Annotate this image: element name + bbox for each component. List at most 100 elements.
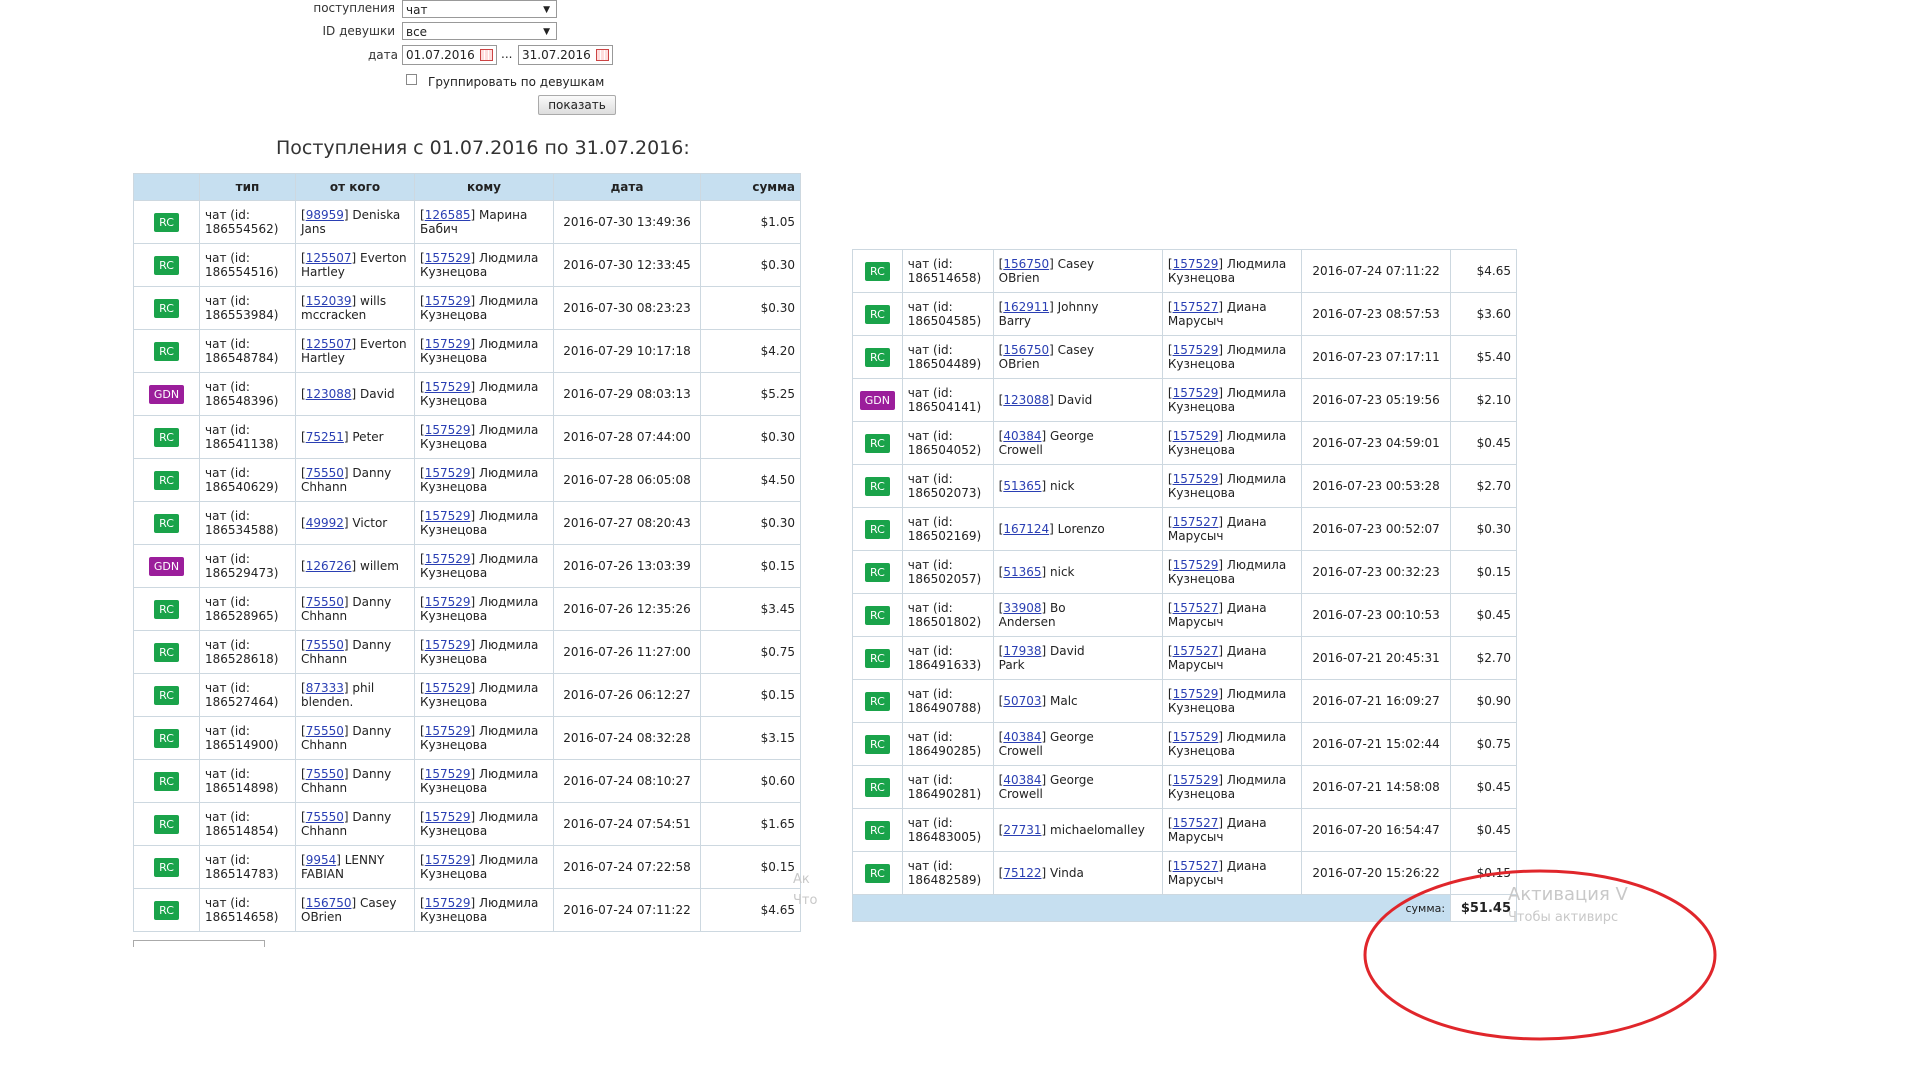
left-transactions-table: тип от кого кому дата сумма RC чат (id: 18… xyxy=(133,173,801,932)
recipient-id-link[interactable]: 157527 xyxy=(1173,644,1219,658)
recipient-id-link[interactable]: 157527 xyxy=(1173,859,1219,873)
sender-id-link[interactable]: 156750 xyxy=(1003,343,1049,357)
sender-id-link[interactable]: 51365 xyxy=(1003,479,1041,493)
sender-id-link[interactable]: 33908 xyxy=(1003,601,1041,615)
date-cell: 2016-07-24 07:11:22 xyxy=(1301,249,1452,293)
sender-id-link[interactable]: 9954 xyxy=(306,853,337,867)
sender-id-link[interactable]: 156750 xyxy=(306,896,352,910)
to-cell: [157529] Людмила Кузнецова xyxy=(1161,679,1303,723)
sender-name: Danny xyxy=(352,466,392,480)
table-row: RC чат (id: 186502057) [51365] nick [157529]… xyxy=(852,550,1517,594)
sender-id-link[interactable]: 17938 xyxy=(1003,644,1041,658)
sender-id-link[interactable]: 51365 xyxy=(1003,565,1041,579)
to-cell: [126585] Марина Бабич xyxy=(414,200,554,244)
recipient-id-link[interactable]: 157529 xyxy=(425,380,471,394)
sender-name: Danny xyxy=(352,724,392,738)
sender-id-link[interactable]: 125507 xyxy=(306,337,352,351)
recipient-id-link[interactable]: 157529 xyxy=(425,251,471,265)
recipient-id-link[interactable]: 157529 xyxy=(1173,429,1219,443)
col-from-header: от кого xyxy=(295,173,415,201)
recipient-id-link[interactable]: 157529 xyxy=(1173,472,1219,486)
recipient-id-link[interactable]: 157527 xyxy=(1173,515,1219,529)
sender-id-link[interactable]: 40384 xyxy=(1003,773,1041,787)
sender-id-link[interactable]: 40384 xyxy=(1003,730,1041,744)
type-text: чат (id: xyxy=(205,423,250,437)
recipient-id-link[interactable]: 157529 xyxy=(425,681,471,695)
recipient-id-link[interactable]: 157529 xyxy=(1173,687,1219,701)
recipient-id-link[interactable]: 157529 xyxy=(425,423,471,437)
recipient-id-link[interactable]: 157529 xyxy=(425,509,471,523)
sender-id-link[interactable]: 49992 xyxy=(306,516,344,530)
sender-id-link[interactable]: 75550 xyxy=(306,810,344,824)
sender-name-2: Crowell xyxy=(998,443,1043,457)
group-by-girls-checkbox[interactable] xyxy=(406,74,417,85)
recipient-id-link[interactable]: 157529 xyxy=(425,724,471,738)
recipient-name: Людмила xyxy=(479,552,539,566)
sender-id-link[interactable]: 75251 xyxy=(306,430,344,444)
show-button[interactable]: показать xyxy=(538,95,616,115)
badge-cell: RC xyxy=(133,888,200,932)
site-badge: RC xyxy=(864,777,890,797)
sender-id-link[interactable]: 123088 xyxy=(306,387,352,401)
sender-id-link[interactable]: 87333 xyxy=(306,681,344,695)
sender-id-link[interactable]: 123088 xyxy=(1003,393,1049,407)
date-from-input[interactable]: 01.07.2016 xyxy=(402,45,497,65)
recipient-id-link[interactable]: 157527 xyxy=(1173,816,1219,830)
recipient-id-link[interactable]: 157529 xyxy=(425,896,471,910)
recipient-surname: Марусыч xyxy=(1167,615,1224,629)
partial-row-stub xyxy=(133,940,265,947)
sender-id-link[interactable]: 40384 xyxy=(1003,429,1041,443)
recipient-id-link[interactable]: 157529 xyxy=(425,595,471,609)
recipient-id-link[interactable]: 157529 xyxy=(1173,257,1219,271)
col-date-header: дата xyxy=(553,173,701,201)
date-to-input[interactable]: 31.07.2016 xyxy=(518,45,613,65)
sender-id-link[interactable]: 125507 xyxy=(306,251,352,265)
recipient-id-link[interactable]: 126585 xyxy=(425,208,471,222)
recipient-id-link[interactable]: 157529 xyxy=(425,466,471,480)
girl-id-select[interactable]: все ▼ xyxy=(402,22,557,40)
recipient-name: Людмила xyxy=(1226,558,1287,572)
type-cell: чат (id: 186554516) xyxy=(199,243,296,287)
sender-id-link[interactable]: 162911 xyxy=(1003,300,1049,314)
sender-id-link[interactable]: 98959 xyxy=(306,208,344,222)
recipient-id-link[interactable]: 157529 xyxy=(1173,558,1219,572)
sender-id-link[interactable]: 50703 xyxy=(1003,694,1041,708)
recipient-id-link[interactable]: 157529 xyxy=(425,552,471,566)
sender-id-link[interactable]: 152039 xyxy=(306,294,352,308)
recipient-id-link[interactable]: 157529 xyxy=(1173,730,1219,744)
sender-id-link[interactable]: 126726 xyxy=(306,559,352,573)
sender-id-link[interactable]: 167124 xyxy=(1003,522,1049,536)
calendar-icon[interactable] xyxy=(596,49,609,61)
date-cell: 2016-07-30 12:33:45 xyxy=(553,243,701,287)
calendar-icon[interactable] xyxy=(480,49,493,61)
date-cell: 2016-07-21 20:45:31 xyxy=(1301,636,1452,680)
recipient-id-link[interactable]: 157529 xyxy=(425,767,471,781)
sender-id-link[interactable]: 75122 xyxy=(1003,866,1041,880)
table-row: RC чат (id: 186504052) [40384] George Crowel… xyxy=(852,421,1517,465)
recipient-id-link[interactable]: 157529 xyxy=(425,853,471,867)
recipient-id-link[interactable]: 157529 xyxy=(1173,386,1219,400)
recipient-id-link[interactable]: 157529 xyxy=(425,337,471,351)
recipient-id-link[interactable]: 157529 xyxy=(425,810,471,824)
recipient-id-link[interactable]: 157529 xyxy=(1173,343,1219,357)
recipient-id-link[interactable]: 157527 xyxy=(1173,601,1219,615)
recipient-id-link[interactable]: 157529 xyxy=(425,638,471,652)
from-cell: [17938] David Park xyxy=(992,636,1163,680)
to-cell: [157529] Людмила Кузнецова xyxy=(414,759,554,803)
sender-id-link[interactable]: 75550 xyxy=(306,595,344,609)
sender-id-link[interactable]: 75550 xyxy=(306,638,344,652)
recipient-id-link[interactable]: 157529 xyxy=(425,294,471,308)
sender-id-link[interactable]: 156750 xyxy=(1003,257,1049,271)
recipient-id-link[interactable]: 157527 xyxy=(1173,300,1219,314)
date-cell: 2016-07-23 00:10:53 xyxy=(1301,593,1452,637)
source-select[interactable]: чат ▼ xyxy=(402,0,557,18)
table-row: RC чат (id: 186548784) [125507] Everton Hart… xyxy=(133,329,801,373)
recipient-name: Людмила xyxy=(479,294,539,308)
sender-id-link[interactable]: 75550 xyxy=(306,767,344,781)
sender-id-link[interactable]: 75550 xyxy=(306,724,344,738)
type-text: чат (id: xyxy=(205,853,250,867)
recipient-id-link[interactable]: 157529 xyxy=(1173,773,1219,787)
type-text: чат (id: xyxy=(205,896,250,910)
sender-id-link[interactable]: 75550 xyxy=(306,466,344,480)
sender-id-link[interactable]: 27731 xyxy=(1003,823,1041,837)
